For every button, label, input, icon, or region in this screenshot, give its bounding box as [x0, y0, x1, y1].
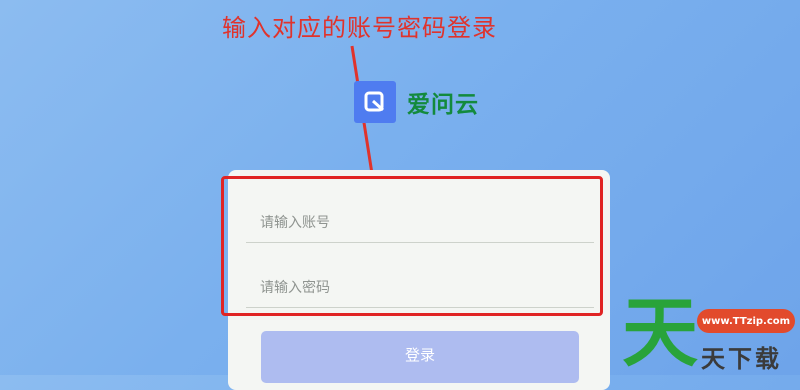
watermark-text: 天下载	[701, 345, 782, 373]
app-name: 爱问云	[407, 92, 479, 118]
login-button[interactable]: 登录	[261, 331, 579, 383]
watermark-url-badge: www.TTzip.com	[697, 309, 795, 333]
brand-logo-icon	[354, 81, 396, 123]
watermark-big-char: 天	[622, 288, 698, 377]
annotation-highlight-box	[221, 176, 603, 316]
app-logo: 爱问云	[354, 81, 479, 123]
